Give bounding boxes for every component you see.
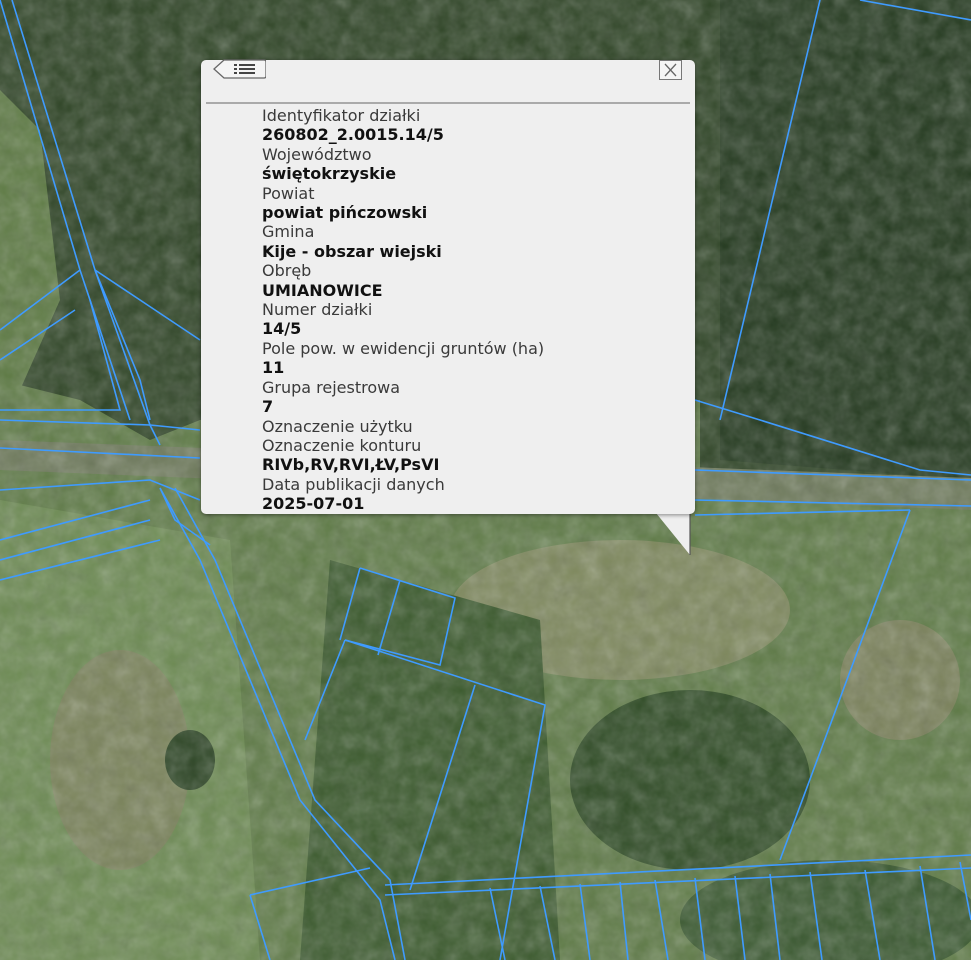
attr-value: powiat pińczowski [262,203,428,223]
attr-label: Grupa rejestrowa [262,377,401,397]
attr-value: 2025-07-01 [262,494,365,514]
list-back-icon[interactable] [212,59,267,81]
attr-value: 7 [262,397,274,417]
attr-value: 260802_2.0015.14/5 [262,125,444,145]
attr-value: 14/5 [262,319,302,339]
attr-label: Numer działki [262,300,373,320]
attr-label: Gmina [262,222,315,242]
parcel-attributes: Identyfikator działki 260802_2.0015.14/5… [262,106,685,514]
attr-label: Pole pow. w ewidencji gruntów (ha) [262,338,545,358]
attr-label: Data publikacji danych [262,474,445,494]
attr-value: świętokrzyskie [262,164,397,184]
popup-header [206,59,690,104]
parcel-info-popup: Identyfikator działki 260802_2.0015.14/5… [201,59,695,514]
attr-label: Oznaczenie użytku [262,416,413,436]
attr-label: Obręb [262,261,312,281]
attr-label: Powiat [262,183,315,203]
attr-value: Kije - obszar wiejski [262,241,442,261]
attr-value: RIVb,RV,RVI,ŁV,PsVI [262,455,440,475]
attr-value: 11 [262,358,285,378]
attr-label: Identyfikator działki [262,106,421,125]
popup-pointer [656,513,691,555]
attr-label: Województwo [262,144,372,164]
close-icon[interactable] [659,60,682,80]
attr-label: Oznaczenie konturu [262,435,422,455]
attr-value: UMIANOWICE [262,280,383,300]
